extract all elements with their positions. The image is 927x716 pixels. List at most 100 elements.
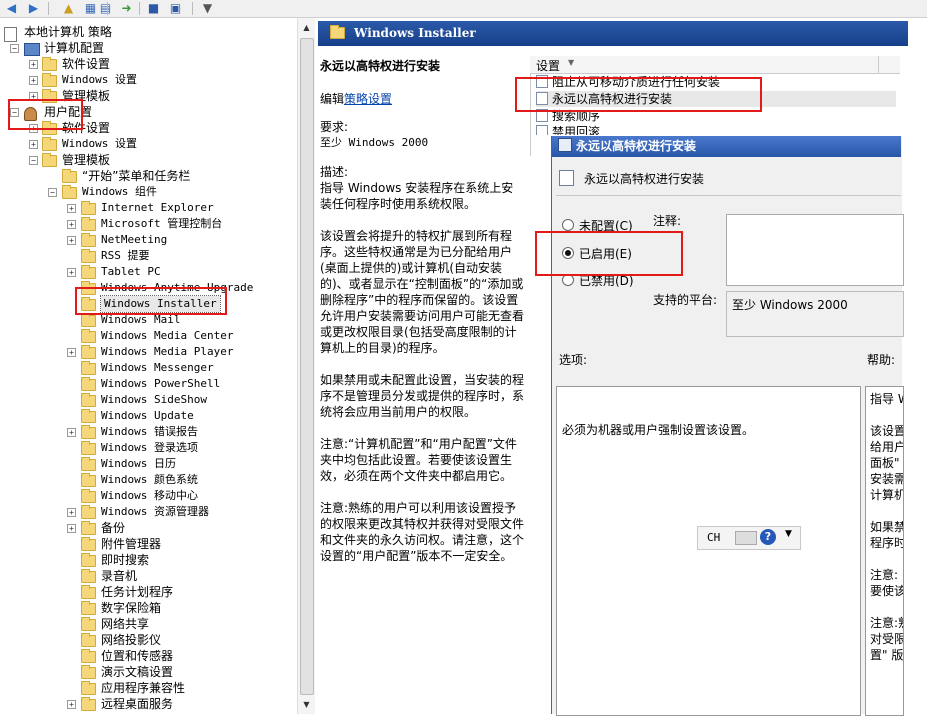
tree-item[interactable]: + 备份 <box>0 520 296 536</box>
tree-item[interactable]: Windows Messenger <box>0 360 296 376</box>
tree-item[interactable]: Windows Update <box>0 408 296 424</box>
folder-icon <box>81 425 96 439</box>
tree-item-label: Tablet PC <box>101 265 161 278</box>
expand-icon[interactable]: + <box>67 220 76 229</box>
expand-icon[interactable]: + <box>29 76 38 85</box>
dialog-titlebar[interactable]: 永远以高特权进行安装 <box>552 136 901 157</box>
highlight-box <box>75 287 227 315</box>
expand-icon[interactable]: + <box>67 204 76 213</box>
folder-icon <box>81 489 96 503</box>
folder-icon <box>81 521 96 535</box>
tree-item[interactable]: + 软件设置 <box>0 56 296 72</box>
folder-icon <box>81 249 96 263</box>
tree-item[interactable]: Windows Media Center <box>0 328 296 344</box>
tree-item-label: Windows 组件 <box>82 185 157 198</box>
expand-icon[interactable]: + <box>67 268 76 277</box>
tree-scrollbar[interactable]: ▲ ▼ <box>297 18 315 714</box>
expand-icon[interactable]: + <box>29 60 38 69</box>
tree-item[interactable]: + 远程桌面服务 <box>0 696 296 712</box>
keyboard-icon[interactable] <box>735 531 757 545</box>
comment-textarea[interactable] <box>726 214 904 286</box>
up-icon[interactable]: ▲ <box>61 1 76 15</box>
tree-item[interactable]: + Tablet PC <box>0 264 296 280</box>
forward-icon[interactable]: ▶ <box>26 1 41 15</box>
tree-item[interactable]: 数字保险箱 <box>0 600 296 616</box>
filter-icon[interactable]: ▼ <box>200 1 215 15</box>
tree-item[interactable]: + Windows 资源管理器 <box>0 504 296 520</box>
folder-icon <box>81 217 96 231</box>
tree-item[interactable]: − 管理模板 <box>0 152 296 168</box>
help-icon[interactable]: ? <box>760 529 776 545</box>
ime-toolbar: CH ? ▼ <box>697 526 801 550</box>
tree-item[interactable]: + Windows 设置 <box>0 136 296 152</box>
expand-icon[interactable]: + <box>67 348 76 357</box>
ime-options-icon[interactable]: ▼ <box>785 529 792 539</box>
tree-item[interactable]: + Microsoft 管理控制台 <box>0 216 296 232</box>
tree-item[interactable]: RSS 提要 <box>0 248 296 264</box>
expand-icon[interactable]: + <box>67 236 76 245</box>
scroll-up-icon[interactable]: ▲ <box>300 21 313 34</box>
tree-item[interactable]: Windows 日历 <box>0 456 296 472</box>
tree-item[interactable]: − Windows 组件 <box>0 184 296 200</box>
tree-item[interactable]: Windows 登录选项 <box>0 440 296 456</box>
tree-item[interactable]: 网络投影仪 <box>0 632 296 648</box>
expand-icon[interactable]: + <box>67 508 76 517</box>
tree-item[interactable]: + Windows 错误报告 <box>0 424 296 440</box>
ime-language[interactable]: CH <box>707 531 720 544</box>
scroll-thumb[interactable] <box>300 38 314 695</box>
tree-item[interactable]: + Internet Explorer <box>0 200 296 216</box>
list-item[interactable]: 禁用回滚 <box>536 124 600 135</box>
show-hide-tree-icon[interactable]: ▦ <box>83 1 98 15</box>
expand-icon[interactable]: + <box>67 700 76 709</box>
collapse-icon[interactable]: − <box>10 44 19 53</box>
folder-icon <box>81 649 96 663</box>
edit-policy-link[interactable]: 策略设置 <box>344 92 392 106</box>
folder-icon <box>81 201 96 215</box>
description-para-3: 注意:“计算机配置”和“用户配置”文件夹中均包括此设置。若要使该设置生效，必须在… <box>320 437 517 483</box>
expand-icon[interactable]: + <box>67 428 76 437</box>
radio-not-configured[interactable] <box>562 219 574 231</box>
tree-item[interactable]: Windows PowerShell <box>0 376 296 392</box>
expand-icon[interactable]: + <box>67 524 76 533</box>
help-text: 指导 W 该设置给用户面板" 安装需计算机如果禁程序时注意: 要使该注意:熟对受限置"… <box>870 391 904 663</box>
tree-item[interactable]: 网络共享 <box>0 616 296 632</box>
tree-item[interactable]: 演示文稿设置 <box>0 664 296 680</box>
tree-item[interactable]: “开始”菜单和任务栏 <box>0 168 296 184</box>
scroll-down-icon[interactable]: ▼ <box>300 698 313 711</box>
tree-item[interactable]: − 计算机配置 <box>0 40 296 56</box>
collapse-icon[interactable]: − <box>48 188 57 197</box>
help-icon[interactable]: ■ <box>146 1 161 15</box>
folder-icon <box>42 57 57 71</box>
tree-item-label: Internet Explorer <box>101 201 214 214</box>
tree-item[interactable]: Windows 移动中心 <box>0 488 296 504</box>
settings-column-header[interactable]: 设置 ▼ <box>530 56 900 74</box>
properties-sheet-icon[interactable]: ▣ <box>168 1 183 15</box>
folder-icon <box>42 73 57 87</box>
tree-item[interactable]: 本地计算机 策略 <box>0 24 296 42</box>
tree-item[interactable]: 即时搜索 <box>0 552 296 568</box>
tree-item[interactable]: 应用程序兼容性 <box>0 680 296 696</box>
tree-item[interactable]: + Windows Media Player <box>0 344 296 360</box>
tree-item[interactable]: 录音机 <box>0 568 296 584</box>
tree-item[interactable]: + Windows 设置 <box>0 72 296 88</box>
export-list-icon[interactable]: ➜ <box>119 1 134 15</box>
collapse-icon[interactable]: − <box>29 156 38 165</box>
back-icon[interactable]: ◀ <box>4 1 19 15</box>
tree-item[interactable]: Windows SideShow <box>0 392 296 408</box>
tree-item[interactable]: 位置和传感器 <box>0 648 296 664</box>
tree-item[interactable]: Windows 颜色系统 <box>0 472 296 488</box>
tree-item[interactable]: + NetMeeting <box>0 232 296 248</box>
tree-item-label: 软件设置 <box>62 57 111 71</box>
folder-icon <box>81 617 96 631</box>
tree-item[interactable]: 附件管理器 <box>0 536 296 552</box>
tree-item-label: 备份 <box>101 521 126 535</box>
help-line: 程序时 <box>870 536 904 550</box>
folder-icon <box>62 169 77 183</box>
expand-icon[interactable]: + <box>29 140 38 149</box>
requirements-label: 要求: <box>320 120 349 134</box>
sort-chevron-icon: ▼ <box>568 58 575 67</box>
properties-icon[interactable]: ▤ <box>98 1 113 15</box>
tree-item[interactable]: 任务计划程序 <box>0 584 296 600</box>
tree-item-label: 应用程序兼容性 <box>101 681 186 695</box>
tree-item-label: Windows 颜色系统 <box>101 473 198 486</box>
